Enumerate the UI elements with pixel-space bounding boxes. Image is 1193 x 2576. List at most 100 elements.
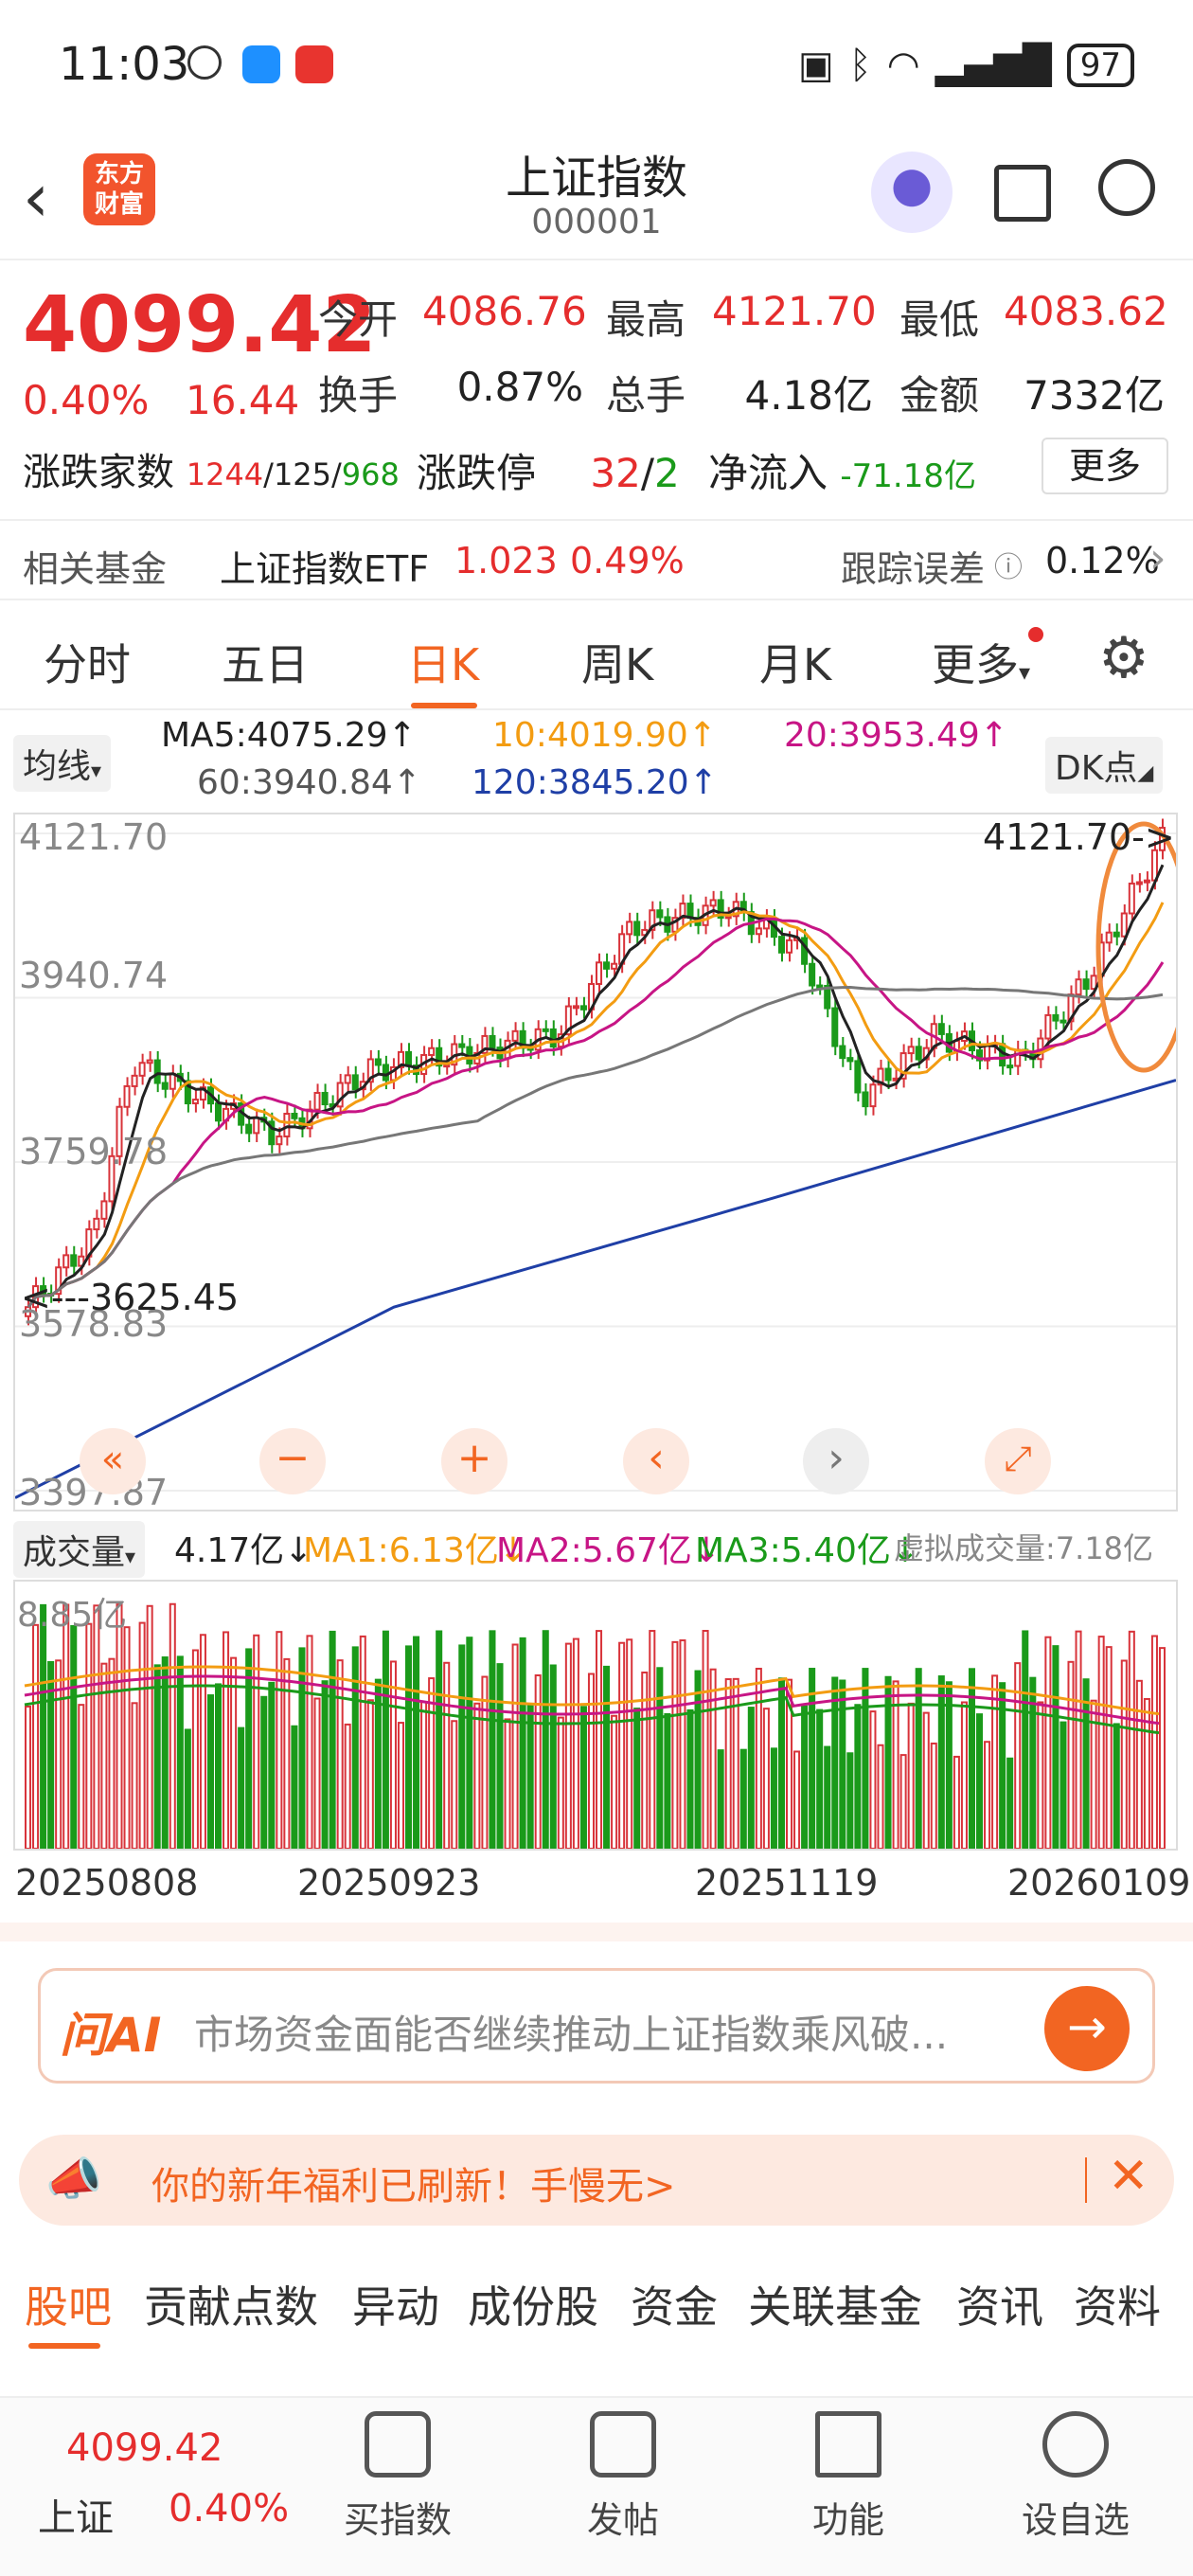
volume-bar <box>458 1644 466 1849</box>
change-value: 16.44 <box>186 377 300 423</box>
volume-bar <box>1075 1630 1082 1849</box>
volume-bar <box>1037 1701 1044 1849</box>
volume-bar <box>93 1604 100 1849</box>
limit-up: 32 <box>590 450 641 496</box>
tab-daily-k[interactable]: 日K <box>407 631 479 693</box>
candle-body <box>100 1200 108 1220</box>
volume-bar <box>313 1697 321 1849</box>
kline-chart[interactable]: 4121.70 3940.74 3759.78 3578.83 3397.87 … <box>13 813 1178 1513</box>
ma-selector[interactable]: 均线▾ <box>13 735 112 792</box>
fullscreen-icon[interactable]: ⤢ <box>985 1428 1051 1494</box>
candle-body <box>1105 931 1113 944</box>
candle-body <box>1014 1048 1022 1067</box>
fund-name: 上证指数ETF <box>220 548 430 590</box>
tab-weekly-k[interactable]: 周K <box>581 631 653 693</box>
volume-bar <box>854 1704 862 1849</box>
candle-body <box>1113 931 1120 938</box>
zoom-in-icon[interactable]: + <box>441 1428 507 1494</box>
candle-body <box>626 921 633 936</box>
volume-bar <box>717 1749 724 1849</box>
more-button[interactable]: 更多 <box>1042 438 1168 494</box>
volume-bar <box>473 1702 481 1849</box>
netflow-row: 净流入 -71.18亿 <box>708 441 976 499</box>
ai-assistant-icon[interactable] <box>871 152 953 233</box>
candle-body <box>755 927 762 936</box>
candle-body <box>831 1007 839 1047</box>
dk-point-selector[interactable]: DK点◢ <box>1045 737 1164 794</box>
rewind-icon[interactable]: « <box>80 1428 146 1494</box>
candle-body <box>153 1059 161 1084</box>
volume-bar <box>1135 1679 1143 1849</box>
date-2: 20250923 <box>297 1862 481 1904</box>
candle-body <box>253 1117 260 1135</box>
low-marker: <---3625.45 <box>21 1277 240 1318</box>
share-icon[interactable] <box>994 165 1051 222</box>
volume-bar <box>907 1702 915 1849</box>
ma10-value: 10:4019.90↑ <box>492 716 717 755</box>
settings-gear-icon[interactable]: ⚙ <box>1098 625 1149 691</box>
tab-intraday[interactable]: 分时 <box>44 631 131 693</box>
volume-bar <box>679 1639 686 1849</box>
tab-forum[interactable]: 股吧 <box>25 2273 112 2335</box>
volume-bar <box>260 1695 268 1849</box>
functions-button[interactable]: 功能 <box>773 2411 924 2543</box>
volume-bar <box>496 1663 504 1849</box>
volume-chart[interactable]: 8.85亿 <box>13 1580 1178 1851</box>
help-icon[interactable]: ⓘ <box>994 544 1023 585</box>
candle-body <box>907 1046 915 1055</box>
tab-profile[interactable]: 资料 <box>1074 2273 1161 2335</box>
volume-bar <box>922 1711 930 1849</box>
add-watchlist-button[interactable]: 设自选 <box>1000 2411 1151 2543</box>
volume-selector[interactable]: 成交量▾ <box>13 1521 146 1578</box>
tab-funds[interactable]: 资金 <box>631 2273 718 2335</box>
candle-body <box>884 1067 892 1082</box>
buy-index-button[interactable]: 买指数 <box>322 2411 473 2543</box>
footer-price: 4099.42 <box>66 2426 223 2470</box>
tab-monthly-k[interactable]: 月K <box>759 631 831 693</box>
post-button[interactable]: 发帖 <box>547 2411 699 2543</box>
related-fund-row[interactable]: 相关基金 上证指数ETF 1.023 0.49% 跟踪误差 ⓘ 0.12% › <box>0 519 1193 600</box>
arrow-right-icon[interactable]: → <box>1044 1986 1130 2071</box>
volume-bar <box>321 1680 329 1849</box>
post-label: 发帖 <box>586 2499 659 2541</box>
tab-movement[interactable]: 异动 <box>352 2273 439 2335</box>
zoom-out-icon[interactable]: − <box>259 1428 326 1494</box>
volume-bar <box>770 1747 777 1849</box>
ai-question-box[interactable]: 问AI 市场资金面能否继续推动上证指数乘风破... → <box>38 1968 1155 2084</box>
volume-bar <box>702 1630 709 1849</box>
promo-banner[interactable]: 📣 你的新年福利已刷新！手慢无> ✕ <box>19 2135 1174 2226</box>
candle-body <box>1052 1013 1059 1022</box>
tab-constituents[interactable]: 成份股 <box>468 2273 598 2335</box>
close-icon[interactable]: ✕ <box>1108 2148 1149 2205</box>
tab-news[interactable]: 资讯 <box>956 2273 1043 2335</box>
volume-bar <box>1067 1660 1075 1849</box>
volume-bar <box>801 1705 809 1849</box>
candle-body <box>344 1074 351 1084</box>
candle-body <box>915 1046 922 1061</box>
fund-pct: 0.49% <box>570 540 685 581</box>
volume-bar <box>344 1723 351 1849</box>
candle-body <box>611 962 618 970</box>
candle-body <box>374 1058 382 1066</box>
chevron-left-icon[interactable]: ‹ <box>623 1428 689 1494</box>
tab-contribution[interactable]: 贡献点数 <box>144 2273 318 2335</box>
candle-body <box>869 1083 877 1108</box>
tab-more[interactable]: 更多▾ <box>932 631 1030 693</box>
candle-body <box>579 1005 587 1011</box>
tab-related-funds[interactable]: 关联基金 <box>748 2273 922 2335</box>
search-icon[interactable] <box>1098 159 1155 216</box>
promo-text: 你的新年福利已刷新！手慢无> <box>151 2165 676 2209</box>
volume-bar <box>846 1752 854 1849</box>
tab-five-day[interactable]: 五日 <box>222 631 309 693</box>
ma-selector-label: 均线 <box>23 747 92 786</box>
tab-more-label: 更多 <box>932 639 1019 690</box>
volume-bar <box>816 1708 824 1849</box>
high-value: 4121.70 <box>712 288 877 334</box>
volume-bar <box>366 1699 374 1849</box>
candle-body <box>542 1028 549 1032</box>
fund-price: 1.023 <box>454 540 558 581</box>
candle-body <box>937 1023 945 1035</box>
candle-body <box>291 1113 298 1119</box>
date-3: 20251119 <box>695 1862 879 1904</box>
chevron-right-icon[interactable]: › <box>803 1428 869 1494</box>
